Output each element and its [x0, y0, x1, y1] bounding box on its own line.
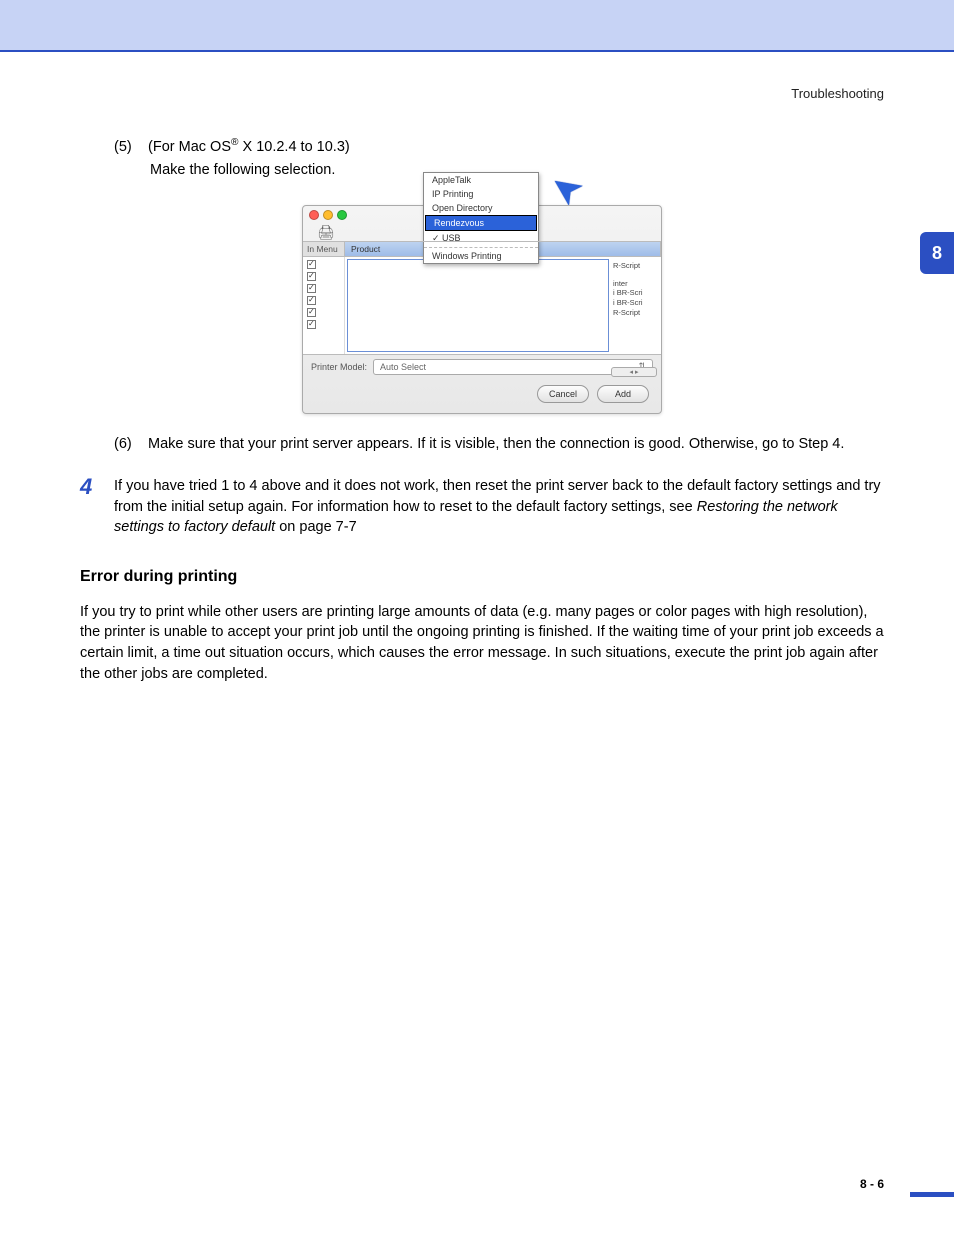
step-6-number: (6) — [114, 434, 144, 454]
list-checkbox[interactable] — [307, 284, 316, 293]
step-4-marker: 4 — [80, 476, 114, 538]
product-list-area[interactable] — [347, 259, 609, 352]
error-paragraph: If you try to print while other users ar… — [80, 602, 884, 684]
footer-accent-bar — [910, 1192, 954, 1197]
step-6-text: Make sure that your print server appears… — [148, 434, 882, 454]
side-info-line: R-Script — [613, 261, 659, 271]
list-checkbox[interactable] — [307, 308, 316, 317]
side-info-line: inter — [613, 279, 659, 289]
cancel-button[interactable]: Cancel — [537, 385, 589, 403]
top-accent-bar — [0, 0, 954, 52]
printer-dialog: AppleTalk IP Printing Open Directory Ren… — [302, 205, 662, 414]
step-5-text-a: (For Mac OS — [148, 139, 231, 155]
checkbox-column — [303, 257, 345, 354]
chapter-tab: 8 — [920, 232, 954, 274]
printer-icon: 🖨 — [317, 224, 335, 241]
list-checkbox[interactable] — [307, 296, 316, 305]
menu-opt-appletalk[interactable]: AppleTalk — [424, 173, 538, 187]
col-header-inmenu: In Menu — [303, 242, 345, 256]
menu-opt-windows[interactable]: Windows Printing — [424, 249, 538, 263]
add-button[interactable]: Add — [597, 385, 649, 403]
section-header: Troubleshooting — [791, 86, 884, 101]
side-info-line: i BR-Scri — [613, 288, 659, 298]
step-5-text-b: X 10.2.4 to 10.3) — [238, 139, 349, 155]
step-4-text: If you have tried 1 to 4 above and it do… — [114, 476, 884, 538]
menu-opt-ipprinting[interactable]: IP Printing — [424, 187, 538, 201]
printer-model-value: Auto Select — [380, 362, 426, 372]
side-info-line: R-Script — [613, 308, 659, 318]
list-checkbox[interactable] — [307, 320, 316, 329]
step-5-line1: (5) (For Mac OS® X 10.2.4 to 10.3) — [114, 136, 884, 158]
list-checkbox[interactable] — [307, 272, 316, 281]
side-info-column: R-Script inter i BR-Scri i BR-Scri R-Scr… — [611, 257, 661, 354]
menu-separator — [424, 247, 538, 248]
screenshot-figure: ➤ AppleTalk IP Printing Open Directory R… — [302, 205, 662, 414]
page-number: 8 - 6 — [860, 1177, 884, 1191]
step-5-number: (5) — [114, 137, 144, 158]
list-checkbox[interactable] — [307, 260, 316, 269]
step-4-text-c: on page 7-7 — [275, 519, 356, 535]
side-info-line: i BR-Scri — [613, 298, 659, 308]
scroll-nav[interactable]: ◂ ▸ — [611, 367, 657, 377]
error-heading: Error during printing — [80, 568, 884, 586]
printer-model-label: Printer Model: — [311, 362, 367, 372]
